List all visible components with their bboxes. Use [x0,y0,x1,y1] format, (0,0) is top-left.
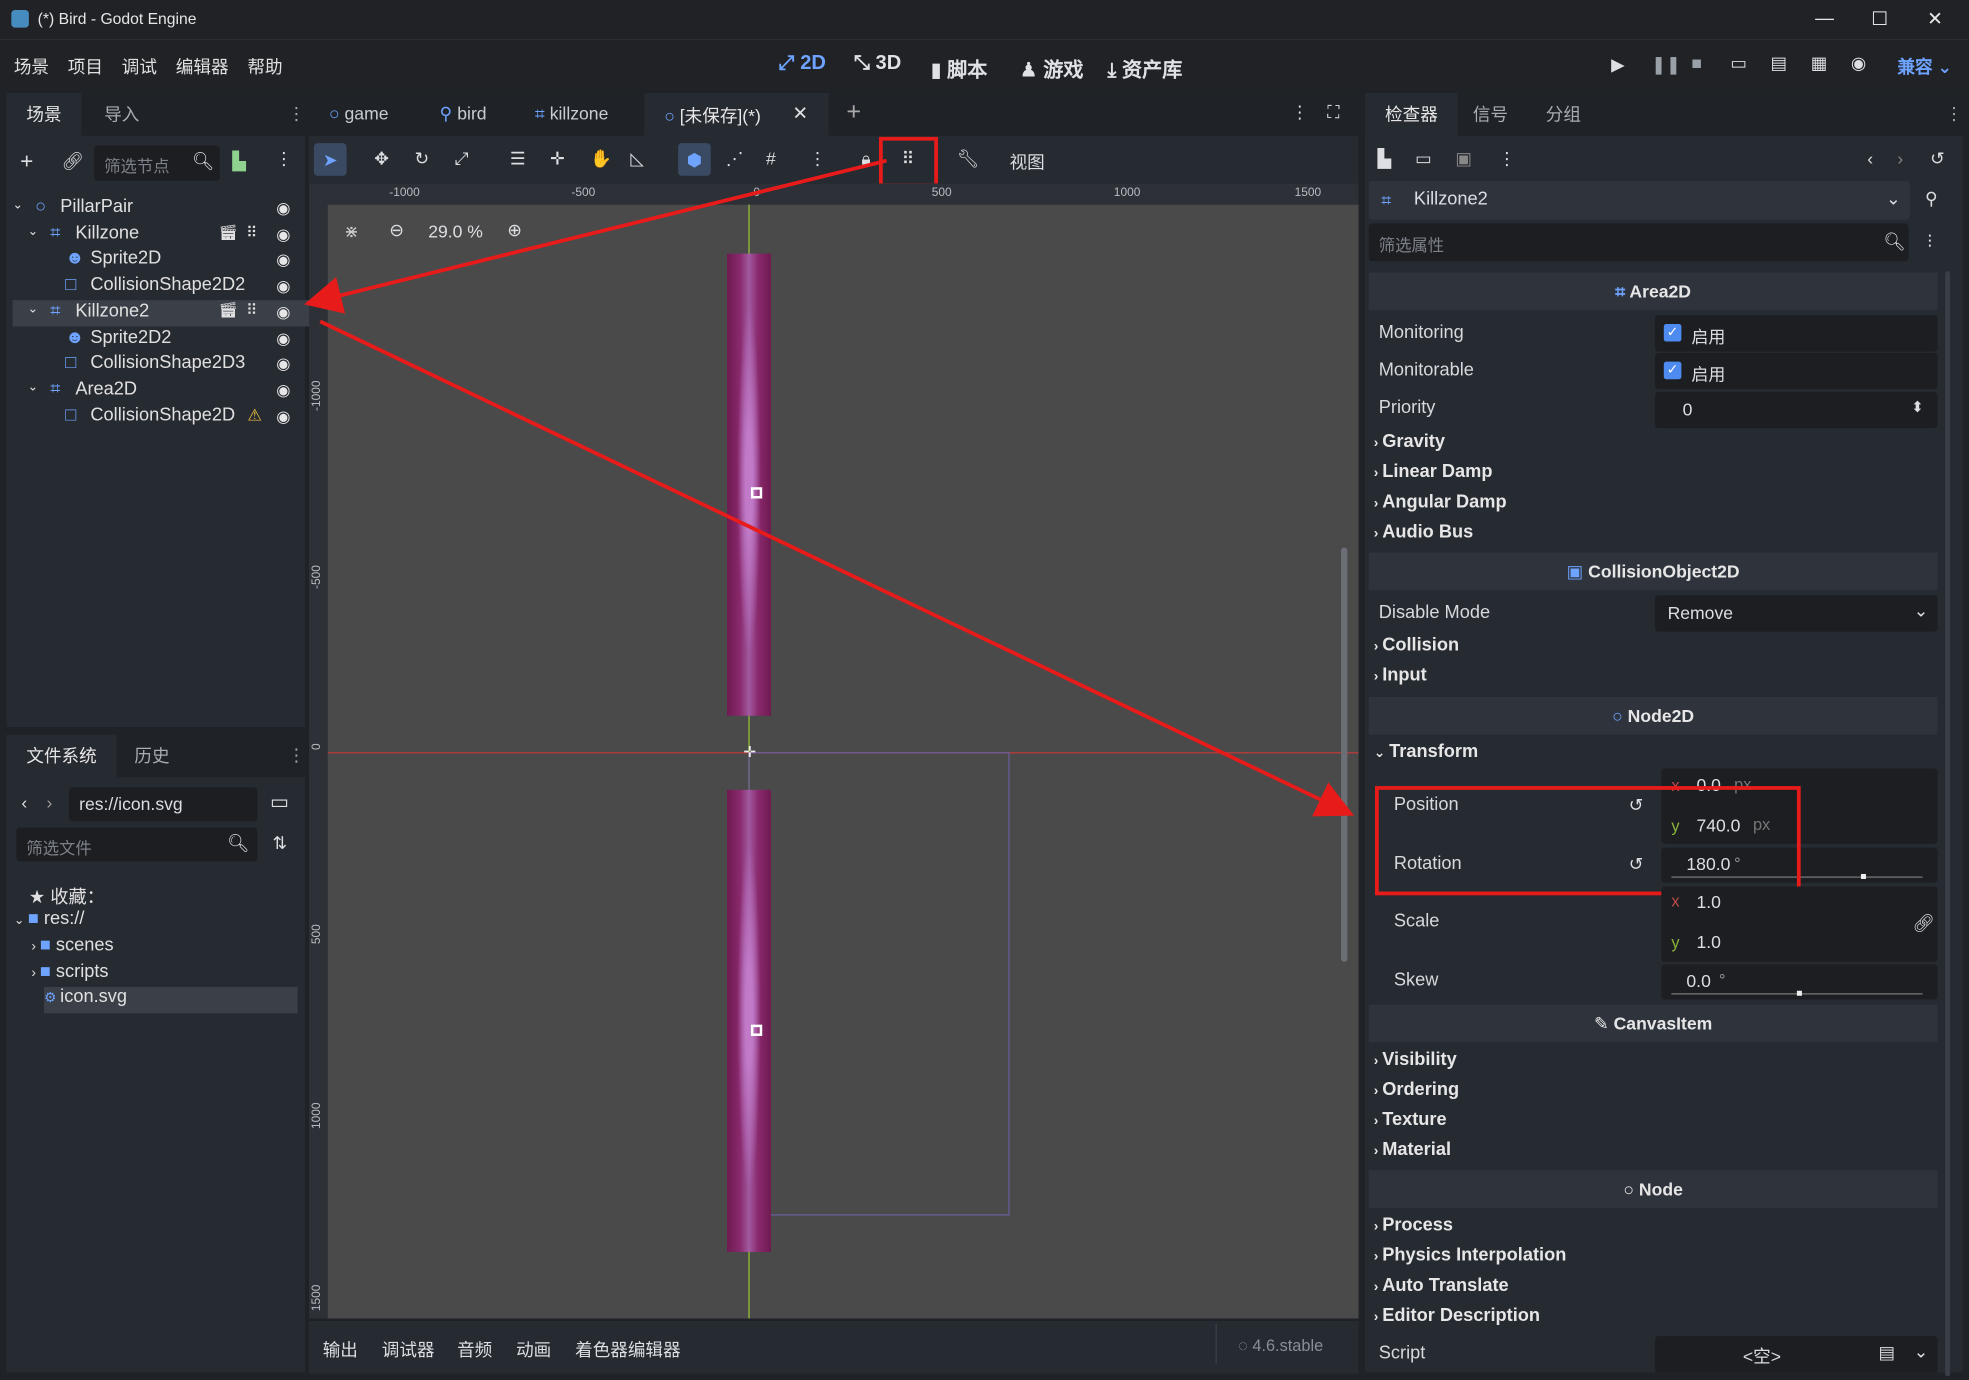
arrow-to-transform [319,319,1355,817]
annotation-arrows [304,158,1355,817]
arrow-to-killzone2 [304,158,887,314]
